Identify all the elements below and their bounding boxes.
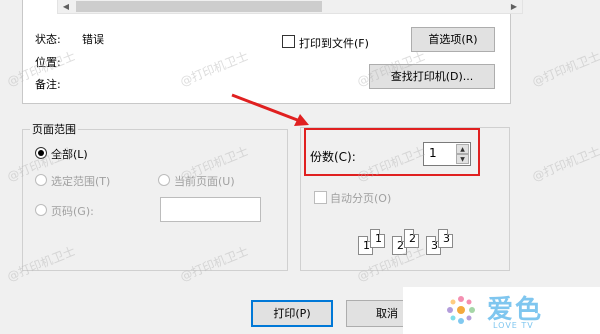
annotation-arrow-icon <box>231 93 309 126</box>
flower-logo-icon <box>447 296 475 324</box>
brand-logo: 爱色 LOVE TV <box>403 287 600 334</box>
print-dialog: ◀ ▶ 状态: 错误 位置: 备注: 打印到文件(F) 首选项(R) 查找打印机… <box>0 0 600 334</box>
logo-subtext: LOVE TV <box>493 321 534 330</box>
